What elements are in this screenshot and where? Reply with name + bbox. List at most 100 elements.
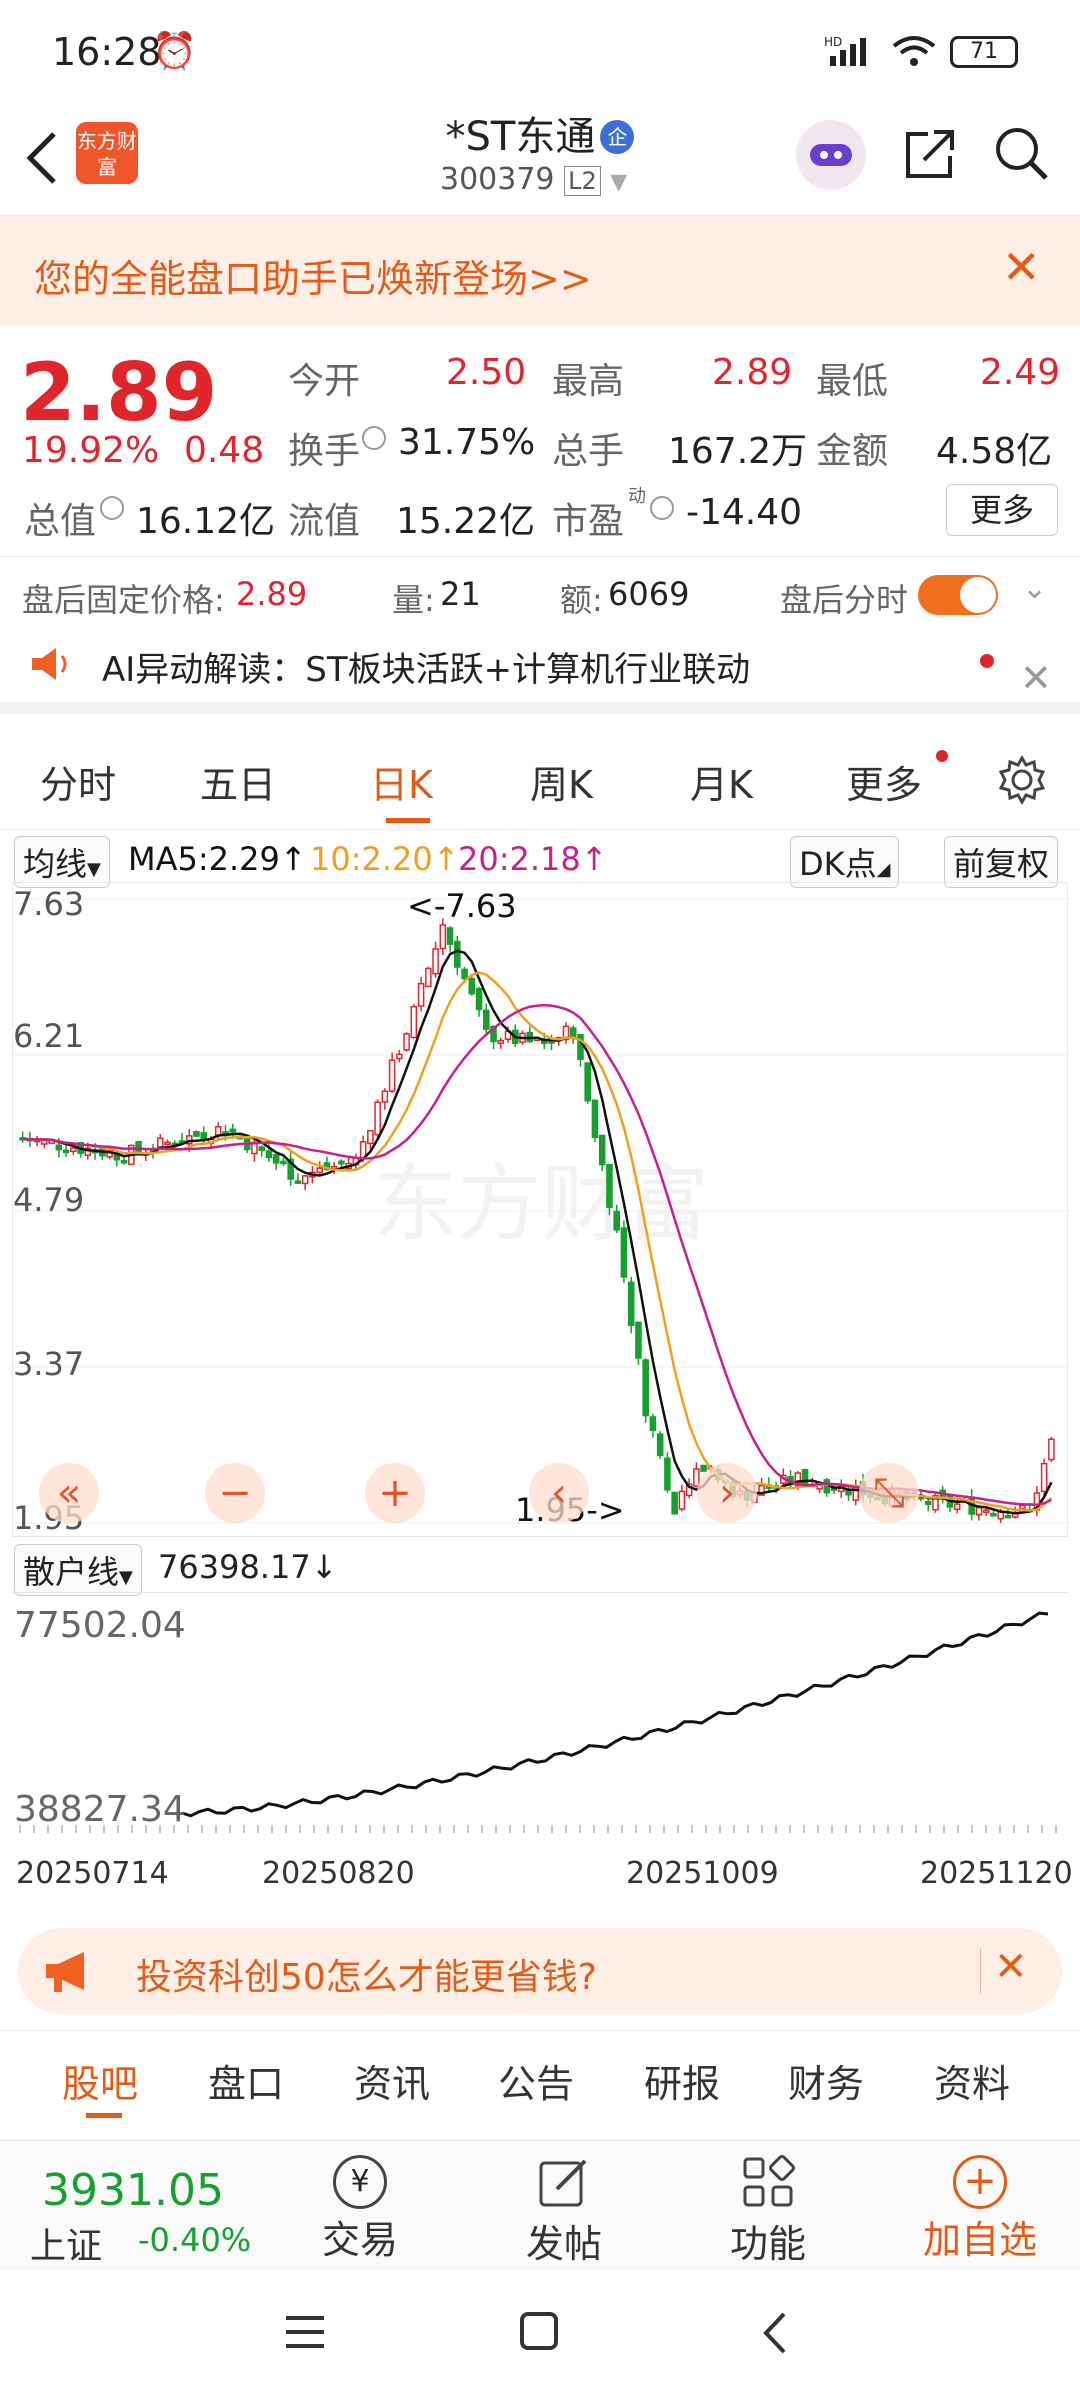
stock-code-wrap[interactable]: 300379 L2 ▼ [440,162,627,197]
plus-circle-icon: + [953,2155,1007,2209]
back-icon[interactable] [760,2310,790,2356]
ad-banner[interactable]: 投资科创50怎么才能更省钱? ✕ [18,1928,1062,2014]
dk-label: DK点 [799,845,877,883]
candle-body [1040,1462,1048,1493]
candle-body [214,1126,222,1136]
candle-body [381,1090,389,1103]
info-icon[interactable] [362,426,386,450]
candle-body [475,988,483,1011]
zoom-in-button[interactable]: + [365,1463,425,1523]
more-button[interactable]: 更多 [946,484,1058,536]
alarm-icon: ⏰ [152,31,197,72]
adjust-select[interactable]: 前复权 [944,836,1059,888]
chevron-down-icon[interactable]: ⌄ [1022,571,1047,606]
date-axis: 20250714 20250820 20251009 20251120 [0,1850,1080,1900]
step-forward-button[interactable]: › [697,1463,757,1523]
candle-body [396,1053,403,1060]
last-price: 2.89 [20,346,218,439]
tab-five-day[interactable]: 五日 [200,754,276,809]
chart-period-tabs: 分时 五日 日K 周K 月K 更多 [0,726,1080,830]
tab-announcements[interactable]: 公告 [498,2053,574,2108]
candle-body [924,1500,932,1505]
home-icon[interactable] [520,2312,558,2350]
candle-body [258,1146,265,1151]
float-value: 15.22亿 [396,501,536,542]
tab-monthly-k[interactable]: 月K [690,754,753,809]
trade-label: 交易 [321,2218,398,2262]
candle-body [265,1150,273,1159]
share-icon[interactable] [900,124,960,184]
candle-body [845,1489,852,1496]
function-button[interactable]: 功能 [708,2155,828,2266]
candle-body [272,1154,280,1164]
y-tick: 7.63 [13,885,85,923]
chevron-down-icon: ▼ [610,170,628,195]
after-amt: 6069 [608,575,690,613]
close-icon[interactable]: ✕ [994,1944,1028,1990]
trade-button[interactable]: ¥ 交易 [300,2155,420,2265]
post-label: 发帖 [525,2222,602,2266]
candle-body [280,1160,287,1165]
info-icon[interactable] [100,496,124,520]
candle-body [135,1141,142,1153]
ma5-text: MA5:2.29 [128,840,280,878]
ma5-value: MA5:2.29↑ [128,840,307,878]
stock-code: 300379 [440,162,555,197]
gear-icon[interactable] [996,754,1048,806]
menu-icon[interactable] [282,2312,328,2352]
pe-superscript: 动 [628,486,646,507]
svg-text:HD: HD [824,35,842,49]
after-hours-toggle[interactable] [918,575,998,615]
tab-profile[interactable]: 资料 [934,2053,1010,2108]
close-icon[interactable]: ✕ [1020,656,1052,700]
index-ticker[interactable]: 3931.05 上证 -0.40% [20,2155,280,2267]
tab-weekly-k[interactable]: 周K [530,754,593,809]
search-icon[interactable] [992,124,1052,184]
close-icon[interactable]: ✕ [1002,240,1041,294]
volume-label: 总手 [552,431,625,472]
function-label: 功能 [729,2222,806,2266]
promo-banner[interactable]: 您的全能盘口助手已焕新登场>> ✕ [0,216,1080,326]
ma-type-select[interactable]: 均线▼ [14,836,110,888]
step-back-button[interactable]: ‹ [529,1463,589,1523]
dk-point-select[interactable]: DK点◢ [790,836,900,888]
clock-time: 16:28 [52,30,162,74]
indicator-select[interactable]: 散户线▼ [14,1544,142,1596]
candle-body [55,1144,63,1151]
add-watchlist-button[interactable]: + 加自选 [900,2155,1060,2265]
candle-body [454,940,461,968]
retail-line-header: 散户线▼ 76398.17↓ [0,1540,1080,1596]
scroll-left-button[interactable]: « [39,1463,99,1523]
tab-daily-k[interactable]: 日K [370,754,433,809]
post-button[interactable]: 发帖 [504,2155,624,2266]
change-percent: 19.92% [22,430,160,471]
tab-news[interactable]: 资讯 [354,2053,430,2108]
ai-robot-icon[interactable] [796,120,866,190]
chevron-down-icon: ◢ [876,859,891,880]
signal-icon: HD [824,35,866,66]
info-icon[interactable] [650,496,674,520]
zoom-out-button[interactable]: − [205,1463,265,1523]
chevron-down-icon: ▼ [119,1567,133,1588]
tab-more[interactable]: 更多 [846,754,922,809]
retail-line-chart[interactable]: 77502.04 38827.34 [12,1592,1068,1833]
candle-body [70,1147,77,1153]
candle-body [975,1506,983,1516]
tab-financials[interactable]: 财务 [788,2053,864,2108]
ai-note-bar[interactable]: AI异动解读：ST板块活跃+计算机行业联动 ✕ [0,634,1080,714]
content-tabs: 股吧 盘口 资讯 公告 研报 财务 资料 [0,2030,1080,2126]
after-price-label: 盘后固定价格: [22,581,225,619]
unread-dot [936,750,948,762]
fullscreen-button[interactable]: ⤡ [859,1463,919,1523]
tab-forum[interactable]: 股吧 [62,2053,138,2108]
tab-intraday[interactable]: 分时 [40,754,116,809]
after-amt-label: 额: [560,581,603,619]
chevron-down-icon: ▼ [87,859,101,880]
candle-body [294,1180,302,1184]
candlestick-chart[interactable]: 东方财富 <-7.63 1.95-> 7.63 6.21 4.79 3.37 1… [12,882,1069,1537]
candle-body [417,982,425,1007]
tab-orderbook[interactable]: 盘口 [208,2053,284,2108]
tab-research[interactable]: 研报 [644,2053,720,2108]
candle-body [620,1227,628,1278]
candle-body [635,1321,642,1359]
